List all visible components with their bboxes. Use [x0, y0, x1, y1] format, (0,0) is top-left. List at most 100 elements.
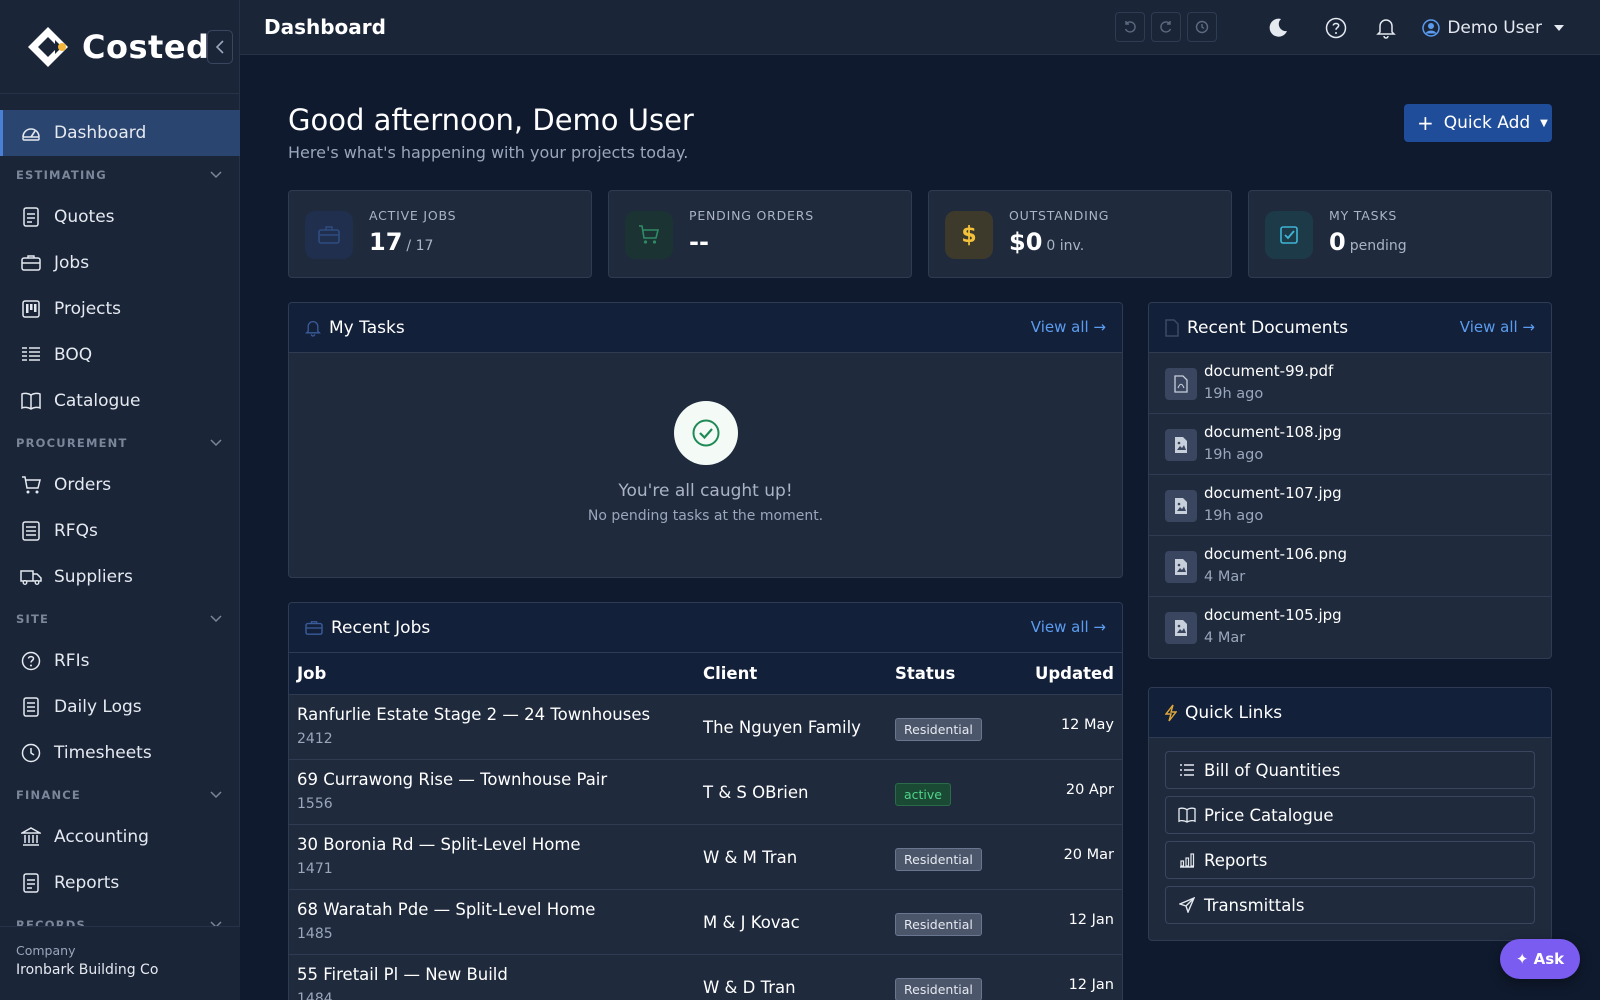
sidebar-item-jobs[interactable]: Jobs: [0, 240, 240, 286]
empty-state-subtitle: No pending tasks at the moment.: [587, 508, 824, 524]
help-button[interactable]: [1324, 16, 1348, 40]
panel-title: Recent Jobs: [331, 617, 431, 638]
stat-sub: pending: [1349, 238, 1407, 254]
table-row[interactable]: 30 Boronia Rd — Split-Level Home 1471 W …: [289, 825, 1122, 890]
list-item[interactable]: document-106.png 4 Mar: [1149, 536, 1551, 597]
list-item[interactable]: document-99.pdf 19h ago: [1149, 353, 1551, 414]
list-item[interactable]: document-107.jpg 19h ago: [1149, 475, 1551, 536]
section-procurement[interactable]: PROCUREMENT: [0, 424, 240, 462]
checkbox-icon: [1265, 211, 1313, 259]
panel-title: Quick Links: [1185, 702, 1283, 723]
sidebar-item-reports[interactable]: Reports: [0, 860, 240, 906]
quick-link-bill-of-quantities[interactable]: Bill of Quantities: [1165, 751, 1535, 789]
cart-icon: [625, 211, 673, 259]
stat-my-tasks[interactable]: MY TASKS 0 pending: [1248, 190, 1552, 278]
user-name: Demo User: [1447, 17, 1542, 38]
document-time: 19h ago: [1204, 508, 1264, 524]
section-site[interactable]: SITE: [0, 600, 240, 638]
stat-label: OUTSTANDING: [1009, 208, 1110, 223]
sidebar-item-suppliers[interactable]: Suppliers: [0, 554, 240, 600]
image-file-icon: [1165, 490, 1197, 522]
column-header-client[interactable]: Client: [703, 664, 757, 683]
quick-link-reports[interactable]: Reports: [1165, 841, 1535, 879]
recent-documents-panel: Recent Documents View all → document-99.…: [1148, 302, 1552, 659]
panel-header: My Tasks View all →: [289, 303, 1122, 353]
job-number: 1485: [297, 926, 333, 942]
panel-header: Recent Jobs View all →: [289, 603, 1122, 653]
job-client: W & D Tran: [703, 978, 796, 997]
section-finance[interactable]: FINANCE: [0, 776, 240, 814]
sidebar-item-label: Jobs: [54, 253, 90, 273]
document-time: 19h ago: [1204, 447, 1264, 463]
column-header-job[interactable]: Job: [297, 664, 326, 683]
quick-link-price-catalogue[interactable]: Price Catalogue: [1165, 796, 1535, 834]
sidebar-item-daily-logs[interactable]: Daily Logs: [0, 684, 240, 730]
truck-icon: [20, 566, 42, 588]
chevron-down-icon: [210, 439, 222, 447]
history-controls: [1115, 12, 1217, 42]
sidebar-item-accounting[interactable]: Accounting: [0, 814, 240, 860]
sidebar-item-label: Reports: [54, 873, 120, 893]
sidebar-item-label: Timesheets: [54, 743, 152, 763]
list-item[interactable]: document-105.jpg 4 Mar: [1149, 597, 1551, 658]
sidebar-item-projects[interactable]: Projects: [0, 286, 240, 332]
section-estimating[interactable]: ESTIMATING: [0, 156, 240, 194]
brand[interactable]: Costed: [0, 0, 239, 94]
sidebar-item-orders[interactable]: Orders: [0, 462, 240, 508]
section-label: FINANCE: [16, 788, 81, 802]
table-row[interactable]: 69 Currawong Rise — Townhouse Pair 1556 …: [289, 760, 1122, 825]
user-menu[interactable]: Demo User: [1422, 18, 1564, 38]
jobs-table: Job Client Status Updated Ranfurlie Esta…: [289, 653, 1122, 1000]
question-circle-icon: [20, 650, 42, 672]
sidebar-item-quotes[interactable]: Quotes: [0, 194, 240, 240]
redo-button[interactable]: [1151, 12, 1181, 42]
sidebar-item-rfis[interactable]: RFIs: [0, 638, 240, 684]
collapse-sidebar-button[interactable]: [207, 30, 233, 64]
status-badge: Residential: [895, 978, 982, 1000]
chevron-down-icon: [210, 791, 222, 799]
sidebar-item-timesheets[interactable]: Timesheets: [0, 730, 240, 776]
table-row[interactable]: 68 Waratah Pde — Split-Level Home 1485 M…: [289, 890, 1122, 955]
sidebar-item-boq[interactable]: BOQ: [0, 332, 240, 378]
stat-active-jobs[interactable]: ACTIVE JOBS 17/ 17: [288, 190, 592, 278]
quick-add-button[interactable]: + Quick Add ▼: [1404, 104, 1552, 142]
job-updated: 12 Jan: [1068, 912, 1114, 928]
table-row[interactable]: 55 Firetail Pl — New Build 1484 W & D Tr…: [289, 955, 1122, 1000]
chevron-left-icon: [215, 40, 224, 54]
view-all-documents-link[interactable]: View all →: [1460, 318, 1535, 336]
kanban-icon: [20, 298, 42, 320]
stat-outstanding[interactable]: $ OUTSTANDING $0 0 inv.: [928, 190, 1232, 278]
document-time: 4 Mar: [1204, 569, 1246, 585]
notifications-button[interactable]: [1374, 16, 1398, 40]
table-header: Job Client Status Updated: [289, 653, 1122, 695]
sidebar-item-dashboard[interactable]: Dashboard: [0, 110, 240, 156]
image-file-icon: [1165, 612, 1197, 644]
recent-jobs-panel: Recent Jobs View all → Job Client Status…: [288, 602, 1123, 1000]
job-name: 30 Boronia Rd — Split-Level Home: [297, 835, 581, 854]
table-row[interactable]: Ranfurlie Estate Stage 2 — 24 Townhouses…: [289, 695, 1122, 760]
history-button[interactable]: [1187, 12, 1217, 42]
sidebar-item-label: Accounting: [54, 827, 149, 847]
list-item[interactable]: document-108.jpg 19h ago: [1149, 414, 1551, 475]
stat-pending-orders[interactable]: PENDING ORDERS --: [608, 190, 912, 278]
view-all-jobs-link[interactable]: View all →: [1031, 618, 1106, 636]
quick-link-transmittals[interactable]: Transmittals: [1165, 886, 1535, 924]
caret-down-icon: ▼: [1540, 117, 1548, 129]
ask-assistant-button[interactable]: ✦ Ask: [1500, 939, 1580, 979]
status-badge: Residential: [895, 848, 982, 871]
panel-title: My Tasks: [329, 317, 405, 338]
view-all-tasks-link[interactable]: View all →: [1031, 318, 1106, 336]
column-header-status[interactable]: Status: [895, 664, 955, 683]
stat-label: PENDING ORDERS: [689, 208, 814, 223]
status-badge: active: [895, 783, 951, 806]
column-header-updated[interactable]: Updated: [1035, 664, 1114, 683]
company-switcher[interactable]: Company Ironbark Building Co: [0, 926, 240, 1000]
costed-logo-icon: [24, 23, 72, 71]
document-name: document-106.png: [1204, 545, 1348, 563]
sidebar-item-rfqs[interactable]: RFQs: [0, 508, 240, 554]
undo-button[interactable]: [1115, 12, 1145, 42]
sidebar-item-catalogue[interactable]: Catalogue: [0, 378, 240, 424]
job-client: T & S OBrien: [703, 783, 809, 802]
theme-toggle-button[interactable]: [1266, 16, 1290, 40]
quick-link-label: Price Catalogue: [1204, 805, 1334, 825]
